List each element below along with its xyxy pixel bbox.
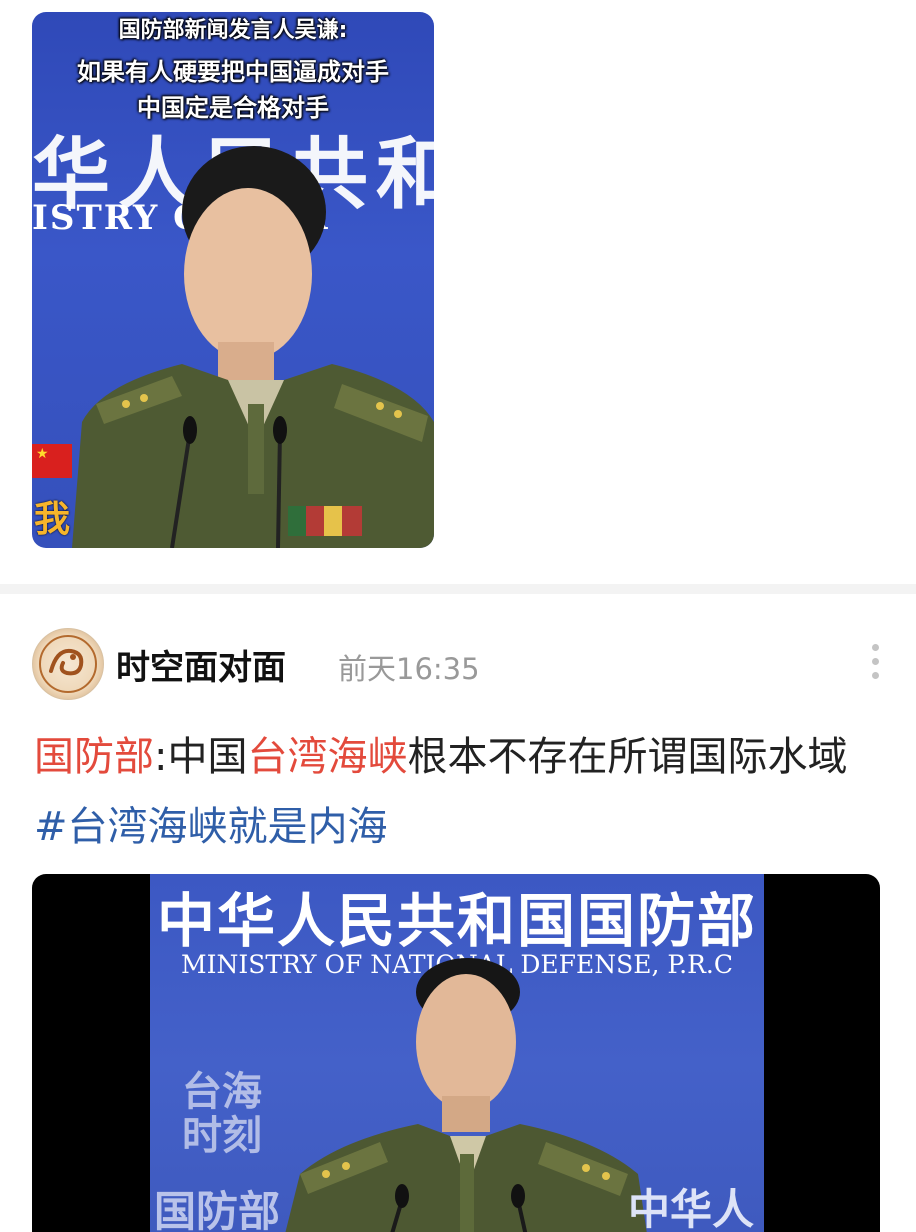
- video-frame: 中华人民共和国国防部 MINISTRY OF NATIONAL DEFENSE,…: [150, 874, 764, 1232]
- image-caption-line1: 国防部新闻发言人吴谦:: [118, 18, 348, 43]
- feed-page: 华人民共和 ISTRY O IONA: [0, 0, 916, 1232]
- video-backdrop-left-text: 国防部: [154, 1187, 281, 1232]
- post-divider: [0, 584, 916, 594]
- image-caption-line2: 如果有人硬要把中国逼成对手: [77, 58, 389, 86]
- post-text-segment: :中国: [154, 734, 248, 780]
- image-caption-line3: 中国定是合格对手: [137, 94, 329, 122]
- post-timestamp: 前天16:35: [338, 652, 480, 686]
- post-text-segment: 根本不存在所谓国际水域: [407, 734, 848, 780]
- post-video[interactable]: 中华人民共和国国防部 MINISTRY OF NATIONAL DEFENSE,…: [32, 874, 880, 1232]
- dragon-emblem-icon: [39, 635, 97, 693]
- author-avatar[interactable]: [32, 628, 104, 700]
- post-image-spokesperson[interactable]: 华人民共和 ISTRY O IONA: [32, 12, 434, 548]
- video-backdrop-right-text: 中华人: [628, 1185, 755, 1232]
- hashtag-link[interactable]: #台湾海峡就是内海: [34, 804, 388, 850]
- flag-icon: [32, 444, 72, 478]
- more-options-icon[interactable]: [866, 644, 884, 684]
- topic-link-taiwan-strait[interactable]: 台湾海峡: [247, 734, 407, 780]
- topic-link-ministry[interactable]: 国防部: [34, 734, 154, 780]
- author-name[interactable]: 时空面对面: [116, 640, 286, 689]
- post-body-text[interactable]: 国防部:中国台湾海峡根本不存在所谓国际水域 #台湾海峡就是内海: [34, 722, 854, 862]
- side-text: 我: [34, 499, 71, 540]
